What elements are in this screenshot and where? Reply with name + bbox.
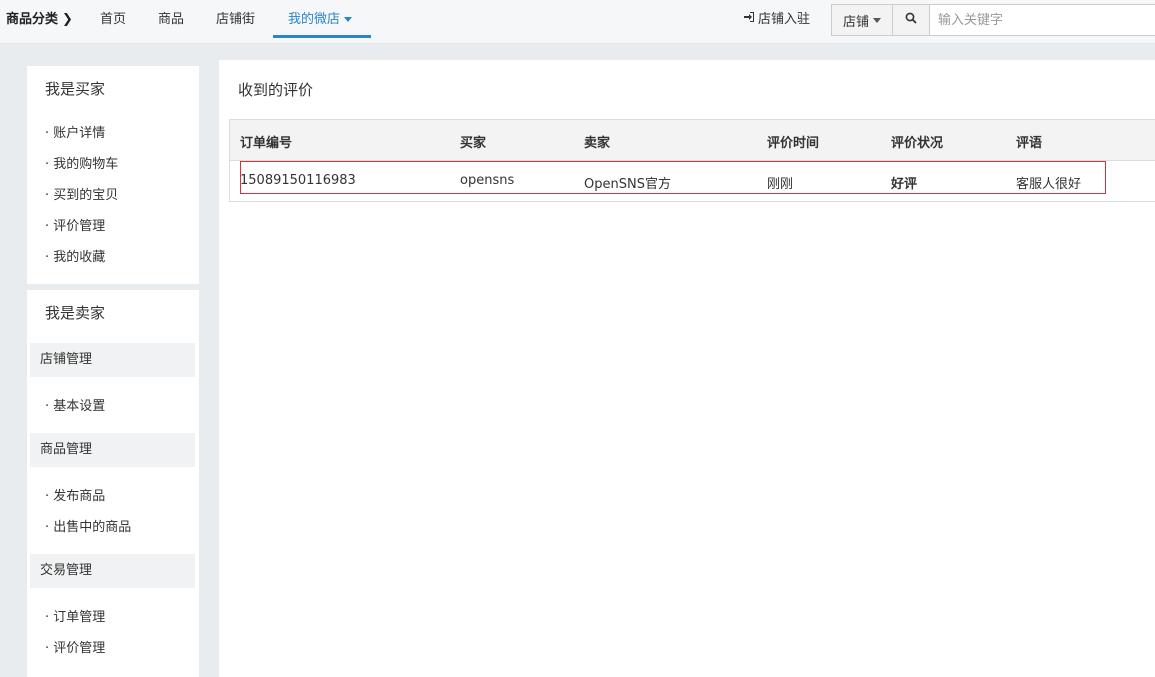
sidebar-item-label: 买到的宝贝 [53,188,119,203]
sidebar-item-account[interactable]: · 账户详情 [45,122,105,141]
caret-down-icon [873,17,881,23]
sidebar-item-basic-settings[interactable]: · 基本设置 [45,395,105,414]
sidebar-item-label: 订单管理 [53,610,106,625]
group-goods-management: 商品管理 [30,433,195,467]
reviews-table: 订单编号 买家 卖家 评价时间 评价状况 评语 15089150116983 o… [229,119,1155,202]
nav-my-microstore[interactable]: 我的微店 [288,8,353,27]
sidebar-item-label: 发布商品 [53,489,106,504]
nav-goods[interactable]: 商品 [158,8,184,27]
nav-home[interactable]: 首页 [100,8,126,27]
table-row[interactable]: 15089150116983 opensns OpenSNS官方 刚刚 好评 客… [230,161,1155,201]
search-group: 店铺 [831,4,1155,36]
category-menu[interactable]: 商品分类 ❯ [6,8,73,27]
store-join-label: 店铺入驻 [758,12,811,27]
sidebar-item-purchased[interactable]: · 买到的宝贝 [45,184,118,203]
col-buyer: 买家 [460,136,487,151]
sidebar-item-label: 出售中的商品 [53,520,132,535]
sidebar-item-cart[interactable]: · 我的购物车 [45,153,118,172]
sidebar-item-buyer-reviews[interactable]: · 评价管理 [45,215,105,234]
seller-title: 我是卖家 [45,304,106,322]
sidebar-item-favorites[interactable]: · 我的收藏 [45,246,105,265]
search-input[interactable] [930,4,1155,36]
cell-review-time: 刚刚 [767,177,794,192]
cell-review-status: 好评 [891,177,918,192]
sidebar-item-label: 评价管理 [53,641,106,656]
top-navbar: 商品分类 ❯ 首页 商品 店铺街 我的微店 店铺入驻 店铺 [0,0,1155,44]
sidebar-item-orders[interactable]: · 订单管理 [45,606,105,625]
sign-in-icon [743,11,755,26]
col-review-status: 评价状况 [891,136,944,151]
search-icon [905,12,917,28]
sidebar-item-seller-reviews[interactable]: · 评价管理 [45,637,105,656]
nav-my-microstore-label: 我的微店 [288,12,341,27]
col-order-number: 订单编号 [240,136,293,151]
col-review-time: 评价时间 [767,136,820,151]
caret-down-icon [344,17,353,22]
search-scope-dropdown[interactable]: 店铺 [831,4,893,36]
cell-buyer: opensns [460,173,515,188]
sidebar-item-label: 我的收藏 [53,250,106,265]
category-label: 商品分类 [6,12,59,27]
search-scope-label: 店铺 [842,14,869,30]
store-join-link[interactable]: 店铺入驻 [743,8,810,27]
search-button[interactable] [893,4,930,36]
sidebar-item-goods-on-sale[interactable]: · 出售中的商品 [45,516,131,535]
active-tab-indicator [273,35,371,38]
buyer-panel: 我是买家 · 账户详情 · 我的购物车 · 买到的宝贝 · 评价管理 · 我的收… [27,66,199,284]
row-highlight-box [240,161,1106,194]
col-comment: 评语 [1016,136,1043,151]
col-seller: 卖家 [584,136,611,151]
sidebar-item-label: 账户详情 [53,126,106,141]
sidebar-item-label: 基本设置 [53,399,106,414]
seller-panel: 我是卖家 店铺管理 · 基本设置 商品管理 · 发布商品 · 出售中的商品 交易… [27,290,199,677]
cell-order-number: 15089150116983 [240,173,356,188]
group-trade-management: 交易管理 [30,554,195,588]
buyer-title: 我是买家 [45,80,106,98]
page-title: 收到的评价 [238,81,314,99]
sidebar-item-label: 我的购物车 [53,157,119,172]
table-header: 订单编号 买家 卖家 评价时间 评价状况 评语 [230,120,1155,161]
cell-seller: OpenSNS官方 [584,177,671,192]
nav-store-street[interactable]: 店铺街 [216,8,255,27]
chevron-right-icon: ❯ [62,12,73,27]
cell-comment: 客服人很好 [1016,177,1082,192]
sidebar-item-publish-goods[interactable]: · 发布商品 [45,485,105,504]
sidebar-item-label: 评价管理 [53,219,106,234]
main-content: 收到的评价 订单编号 买家 卖家 评价时间 评价状况 评语 1508915011… [219,60,1155,677]
group-store-management: 店铺管理 [30,343,195,377]
